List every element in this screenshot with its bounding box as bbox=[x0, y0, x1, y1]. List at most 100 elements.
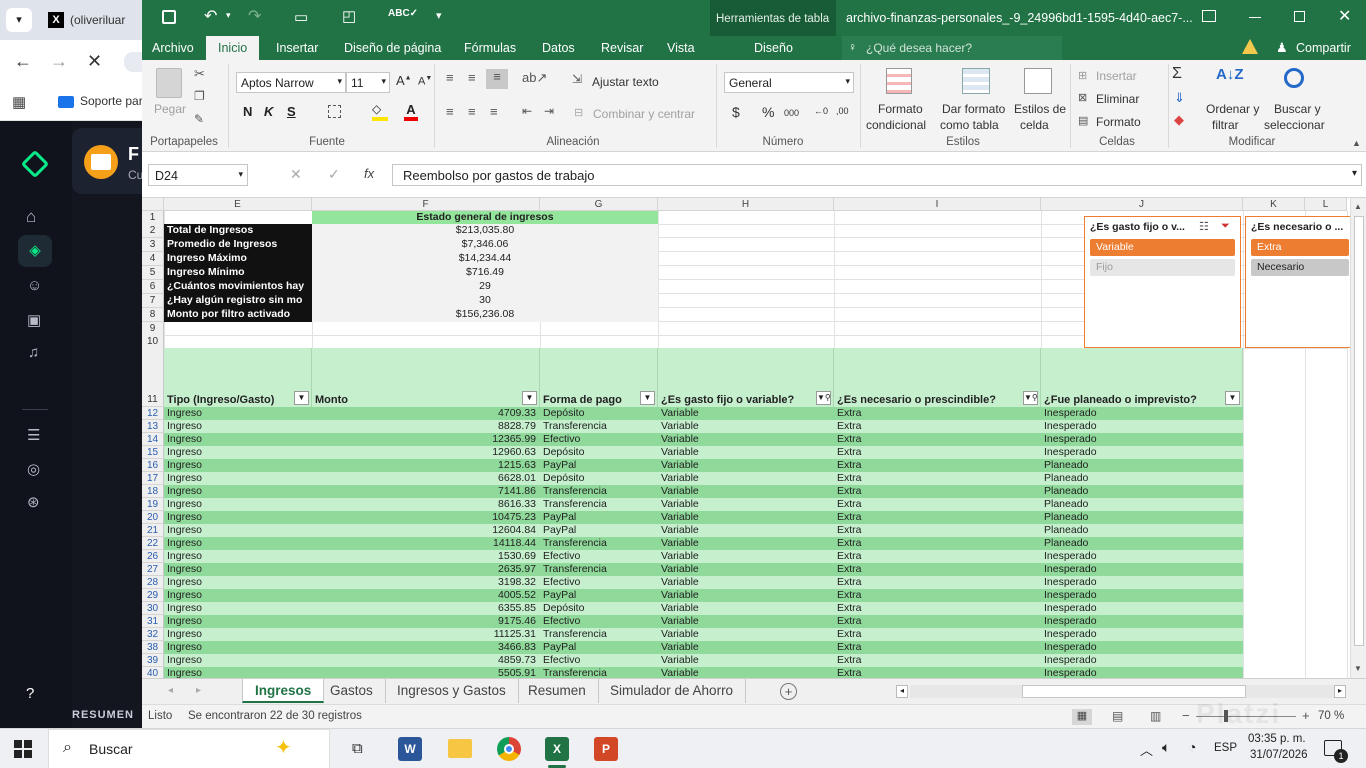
table-cell[interactable]: Inesperado bbox=[1041, 615, 1243, 628]
table-cell[interactable]: Ingreso bbox=[164, 667, 312, 678]
table-cell[interactable]: Variable bbox=[658, 485, 834, 498]
cell-styles-button[interactable]: Estilos de bbox=[1014, 102, 1066, 116]
table-cell[interactable]: Ingreso bbox=[164, 524, 312, 537]
row-header[interactable]: 17 bbox=[142, 472, 164, 485]
table-cell[interactable]: Planeado bbox=[1041, 498, 1243, 511]
select-all-corner[interactable] bbox=[142, 198, 164, 211]
table-cell[interactable]: Depósito bbox=[540, 472, 658, 485]
insert-function-icon[interactable]: fx bbox=[364, 166, 374, 181]
conditional-format-icon[interactable] bbox=[886, 68, 912, 94]
row-header[interactable]: 29 bbox=[142, 589, 164, 602]
cell-styles-icon[interactable] bbox=[1024, 68, 1052, 94]
community-icon[interactable]: ▣ bbox=[27, 311, 41, 329]
table-cell[interactable]: PayPal bbox=[540, 459, 658, 472]
table-cell[interactable]: 4709.33 bbox=[312, 407, 540, 420]
table-cell[interactable]: Variable bbox=[658, 654, 834, 667]
table-cell[interactable]: Extra bbox=[834, 433, 1041, 446]
settings-icon[interactable]: ⊛ bbox=[27, 493, 40, 511]
row-header[interactable]: 1 bbox=[142, 211, 164, 225]
table-cell[interactable]: 14118.44 bbox=[312, 537, 540, 550]
table-cell[interactable]: Ingreso bbox=[164, 576, 312, 589]
row-header[interactable]: 20 bbox=[142, 511, 164, 524]
table-cell[interactable]: 11125.31 bbox=[312, 628, 540, 641]
row-header[interactable]: 15 bbox=[142, 446, 164, 459]
table-cell[interactable]: Transferencia bbox=[540, 628, 658, 641]
table-cell[interactable]: Variable bbox=[658, 667, 834, 678]
table-cell[interactable]: Variable bbox=[658, 524, 834, 537]
currency-icon[interactable]: $ bbox=[732, 104, 740, 120]
row-header[interactable]: 30 bbox=[142, 602, 164, 615]
table-cell[interactable]: Variable bbox=[658, 550, 834, 563]
sheet-tab-ingresos-gastos[interactable]: Ingresos y Gastos bbox=[385, 679, 519, 703]
table-cell[interactable]: Planeado bbox=[1041, 537, 1243, 550]
table-cell[interactable]: Transferencia bbox=[540, 667, 658, 678]
merge-icon[interactable]: ⊟ bbox=[574, 106, 583, 119]
align-center-icon[interactable]: ≡ bbox=[468, 104, 476, 119]
table-cell[interactable]: Variable bbox=[658, 563, 834, 576]
table-cell[interactable]: Ingreso bbox=[164, 589, 312, 602]
sheet-tab-resumen[interactable]: Resumen bbox=[516, 679, 599, 703]
row-header[interactable]: 16 bbox=[142, 459, 164, 472]
table-cell[interactable]: 7141.86 bbox=[312, 485, 540, 498]
summary-value[interactable]: $213,035.80 bbox=[312, 224, 658, 238]
expand-formula-icon[interactable]: ▾ bbox=[1352, 168, 1357, 179]
row-header[interactable]: 22 bbox=[142, 537, 164, 550]
print-preview-icon[interactable]: ◰ bbox=[342, 7, 356, 25]
table-cell[interactable]: Inesperado bbox=[1041, 641, 1243, 654]
table-cell[interactable]: Variable bbox=[658, 602, 834, 615]
tell-me-box[interactable]: ♀ ¿Qué desea hacer? bbox=[842, 36, 1062, 60]
borders-icon[interactable] bbox=[328, 105, 341, 118]
name-box[interactable]: D24 ▾ bbox=[148, 164, 248, 186]
format-cells-icon[interactable]: ▤ bbox=[1078, 114, 1088, 127]
stop-icon[interactable]: ✕ bbox=[87, 51, 102, 72]
share-icon[interactable]: ♟ bbox=[1276, 40, 1288, 56]
align-right-icon[interactable]: ≡ bbox=[490, 104, 498, 119]
table-cell[interactable]: Extra bbox=[834, 537, 1041, 550]
slicer-item[interactable]: Extra bbox=[1251, 239, 1349, 256]
find-select-button[interactable]: Buscar y bbox=[1274, 102, 1321, 116]
comma-icon[interactable]: 000 bbox=[784, 108, 799, 118]
row-header[interactable]: 26 bbox=[142, 550, 164, 563]
wrap-text-button[interactable]: Ajustar texto bbox=[592, 75, 659, 89]
summary-label[interactable]: ¿Hay algún registro sin mo bbox=[164, 294, 312, 308]
table-cell[interactable]: Variable bbox=[658, 615, 834, 628]
table-cell[interactable]: PayPal bbox=[540, 589, 658, 602]
table-cell[interactable]: Ingreso bbox=[164, 472, 312, 485]
table-cell[interactable]: Inesperado bbox=[1041, 667, 1243, 678]
column-header[interactable]: J bbox=[1041, 198, 1243, 211]
tab-revisar[interactable]: Revisar bbox=[593, 36, 651, 60]
add-sheet-icon[interactable]: + bbox=[780, 683, 797, 700]
open-folder-icon[interactable]: ▭ bbox=[294, 8, 308, 26]
row-header[interactable]: 38 bbox=[142, 641, 164, 654]
tab-archivo[interactable]: Archivo bbox=[144, 36, 202, 60]
row-header[interactable]: 28 bbox=[142, 576, 164, 589]
site-info-icon[interactable] bbox=[124, 52, 142, 72]
row-header[interactable]: 7 bbox=[142, 294, 164, 308]
table-cell[interactable]: Ingreso bbox=[164, 641, 312, 654]
sort-filter-icon[interactable]: A↓Z bbox=[1216, 66, 1244, 83]
share-button[interactable]: Compartir bbox=[1296, 41, 1351, 55]
table-cell[interactable]: 3466.83 bbox=[312, 641, 540, 654]
table-header-cell[interactable]: Monto bbox=[312, 348, 540, 407]
undo-dropdown-icon[interactable]: ▾ bbox=[226, 10, 231, 21]
table-cell[interactable]: Ingreso bbox=[164, 550, 312, 563]
shrink-font-icon[interactable]: A▼ bbox=[418, 75, 432, 88]
table-header-cell[interactable]: ¿Fue planeado o imprevisto? bbox=[1041, 348, 1243, 407]
table-cell[interactable]: Inesperado bbox=[1041, 628, 1243, 641]
active-filter-icon[interactable]: ▼⚲ bbox=[816, 391, 831, 405]
table-cell[interactable]: Ingreso bbox=[164, 420, 312, 433]
spelling-icon[interactable]: ABC✓ bbox=[388, 8, 418, 19]
summary-label[interactable]: ¿Cuántos movimientos hay bbox=[164, 280, 312, 294]
undo-icon[interactable]: ↶ bbox=[204, 6, 217, 26]
summary-label[interactable]: Monto por filtro activado bbox=[164, 308, 312, 322]
decrease-indent-icon[interactable]: ⇤ bbox=[522, 104, 532, 118]
table-cell[interactable]: Inesperado bbox=[1041, 407, 1243, 420]
slicer-item[interactable]: Fijo bbox=[1090, 259, 1235, 276]
row-header[interactable]: 21 bbox=[142, 524, 164, 537]
table-cell[interactable]: 2635.97 bbox=[312, 563, 540, 576]
warning-icon[interactable] bbox=[1242, 39, 1258, 54]
table-cell[interactable]: Variable bbox=[658, 459, 834, 472]
row-header[interactable]: 2 bbox=[142, 224, 164, 238]
home-icon[interactable]: ⌂ bbox=[26, 207, 36, 227]
table-cell[interactable]: Efectivo bbox=[540, 615, 658, 628]
